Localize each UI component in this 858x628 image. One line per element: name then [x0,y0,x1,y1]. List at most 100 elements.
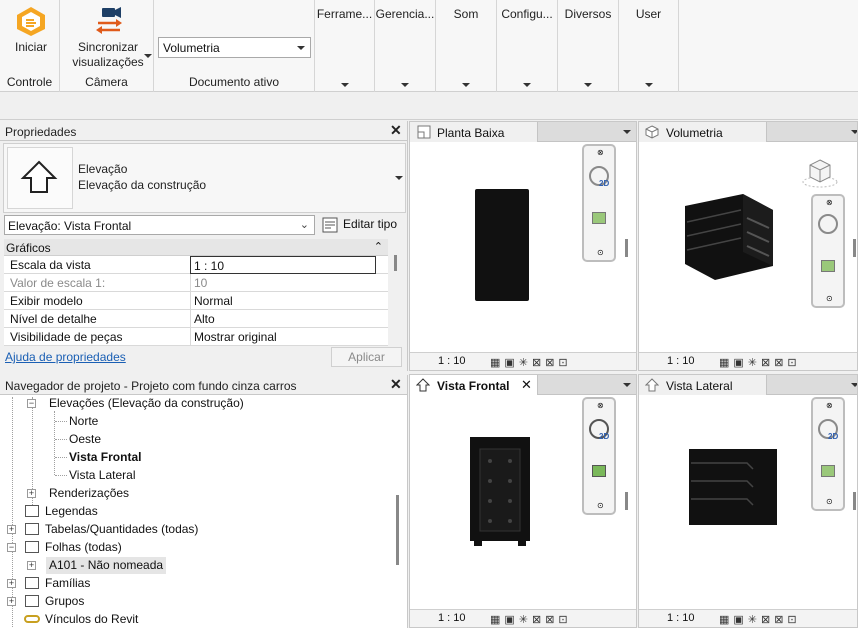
chevron-down-icon[interactable] [623,383,631,387]
tab-gerenciar-label: Gerencia... [375,7,435,21]
options-icon[interactable]: ⊙ [597,501,604,510]
chevron-down-icon: ⌄ [299,219,309,231]
expand-icon[interactable]: + [7,597,16,606]
view-control-icons[interactable]: ▦▣✳⊠⊠⊡ [719,356,801,369]
tab-user[interactable]: User [619,0,679,92]
chevron-down-icon[interactable] [623,130,631,134]
property-row[interactable]: Escala da vista 1 : 10 [4,256,388,274]
instance-filter-select[interactable]: Elevação: Vista Frontal ⌄ [4,215,315,235]
apply-button[interactable]: Aplicar [331,347,402,367]
view-title: Vista Frontal [437,379,510,393]
tab-volumetria[interactable]: Volumetria [639,122,767,142]
view-vista-lateral[interactable]: Vista Lateral ⊗ 2D ⊙ 1 : 10 ▦▣✳⊠⊠⊡ [638,374,858,628]
collapse-icon[interactable]: − [7,543,16,552]
tree-item-vinculos[interactable]: Vínculos do Revit [45,612,138,626]
close-icon[interactable]: ✕ [390,122,402,138]
tab-ferramentas[interactable]: Ferrame... [315,0,375,92]
project-browser: Navegador de projeto - Projeto com fundo… [0,375,408,628]
navigation-bar[interactable]: ⊗ 2D ⊙ [811,397,845,511]
tree-item-a101[interactable]: A101 - Não nomeada [49,558,163,572]
close-icon[interactable]: ⊗ [597,148,604,157]
view-scale[interactable]: 1 : 10 [438,612,466,624]
view-volumetria[interactable]: Volumetria ⊗ ⊙ 1 : 10 ▦▣✳⊠⊠⊡ [638,121,858,371]
view-scrollbar[interactable] [853,239,856,257]
options-icon[interactable]: ⊙ [826,497,833,506]
expand-icon[interactable]: + [27,561,36,570]
properties-help-link[interactable]: Ajuda de propriedades [5,350,126,364]
sincronizar-button[interactable]: Sincronizar visualizações [64,2,152,70]
tree-item-renderizacoes[interactable]: Renderizações [49,486,129,500]
iniciar-button[interactable]: Iniciar [6,2,56,64]
sincronizar-label-1: Sincronizar [77,40,139,54]
view-scrollbar[interactable] [625,239,628,257]
chevron-down-icon [340,83,349,87]
tree-item-legendas[interactable]: Legendas [45,504,98,518]
tree-item-familias[interactable]: Famílias [45,576,90,590]
view-planta-baixa[interactable]: Planta Baixa ⊗ 2D ⊙ 1 : 10 ▦▣✳⊠⊠⊡ [409,121,637,371]
close-icon[interactable]: ✕ [390,376,402,392]
view-control-icons[interactable]: ▦▣✳⊠⊠⊡ [490,356,572,369]
tab-som[interactable]: Som [436,0,497,92]
property-row[interactable]: Exibir modelo Normal [4,292,388,310]
type-selector[interactable]: Elevação Elevação da construção [3,143,406,213]
viewcube-icon[interactable] [801,156,839,190]
zoom-region-icon[interactable] [592,212,606,224]
view-scale[interactable]: 1 : 10 [667,355,695,367]
close-icon[interactable]: ⊗ [597,401,604,410]
navigation-bar[interactable]: ⊗ 2D ⊙ [582,397,616,515]
tab-configuracoes[interactable]: Configu... [497,0,558,92]
tree-item-folhas[interactable]: Folhas (todas) [45,540,122,554]
chevron-down-icon[interactable] [851,383,857,387]
tree-item-vista-frontal[interactable]: Vista Frontal [69,450,141,464]
view-control-icons[interactable]: ▦▣✳⊠⊠⊡ [719,613,801,626]
collapse-icon[interactable]: ⌃ [374,240,383,253]
tree-guide [55,439,67,440]
tree-item-norte[interactable]: Norte [69,414,98,428]
tree-item-tabelas[interactable]: Tabelas/Quantidades (todas) [45,522,198,536]
tree-item-elevacoes[interactable]: Elevações (Elevação da construção) [49,396,244,410]
properties-scrollbar[interactable] [394,255,397,271]
chevron-down-icon[interactable] [851,130,857,134]
view-scale[interactable]: 1 : 10 [438,355,466,367]
close-icon[interactable]: ✕ [521,377,532,393]
view-scale[interactable]: 1 : 10 [667,612,695,624]
close-icon[interactable]: ⊗ [826,401,833,410]
view-vista-frontal[interactable]: Vista Frontal ✕ ⊗ 2D ⊙ 1 : 10 ▦▣✳⊠⊠⊡ [409,374,637,628]
options-icon[interactable]: ⊙ [597,248,604,257]
sincronizar-dropdown-icon[interactable] [144,54,152,58]
expand-icon[interactable]: + [7,525,16,534]
tab-planta-baixa[interactable]: Planta Baixa [410,122,538,142]
view-scale-input[interactable]: 1 : 10 [190,256,376,274]
home-logo-icon [17,7,45,36]
browser-header: Navegador de projeto - Projeto com fundo… [0,375,407,395]
tree-item-vista-lateral[interactable]: Vista Lateral [69,468,136,482]
active-document-select[interactable]: Volumetria [158,37,311,58]
steering-wheel-icon[interactable] [818,214,838,234]
view-scrollbar[interactable] [625,492,628,510]
view-control-icons[interactable]: ▦▣✳⊠⊠⊡ [490,613,572,626]
view-scrollbar[interactable] [853,492,856,510]
collapse-icon[interactable]: − [27,399,36,408]
zoom-region-icon[interactable] [821,465,835,477]
tree-item-grupos[interactable]: Grupos [45,594,84,608]
expand-icon[interactable]: + [7,579,16,588]
property-row[interactable]: Nível de detalhe Alto [4,310,388,328]
3d-view-icon [645,125,659,139]
tab-vista-lateral[interactable]: Vista Lateral [639,375,767,395]
zoom-region-icon[interactable] [592,465,606,477]
tree-item-oeste[interactable]: Oeste [69,432,101,446]
tab-diversos[interactable]: Diversos [558,0,619,92]
navigation-bar[interactable]: ⊗ 2D ⊙ [582,144,616,262]
options-icon[interactable]: ⊙ [826,294,833,303]
expand-icon[interactable]: + [27,489,36,498]
navigation-bar[interactable]: ⊗ ⊙ [811,194,845,308]
tab-vista-frontal[interactable]: Vista Frontal ✕ [410,375,538,395]
graficos-group-header[interactable]: Gráficos ⌃ [4,239,388,256]
zoom-region-icon[interactable] [821,260,835,272]
chevron-down-icon [584,83,592,87]
property-row[interactable]: Visibilidade de peças Mostrar original [4,328,388,346]
close-icon[interactable]: ⊗ [826,198,833,207]
tab-gerenciar[interactable]: Gerencia... [375,0,436,92]
browser-scrollbar[interactable] [396,495,399,565]
family-icon [25,577,39,589]
